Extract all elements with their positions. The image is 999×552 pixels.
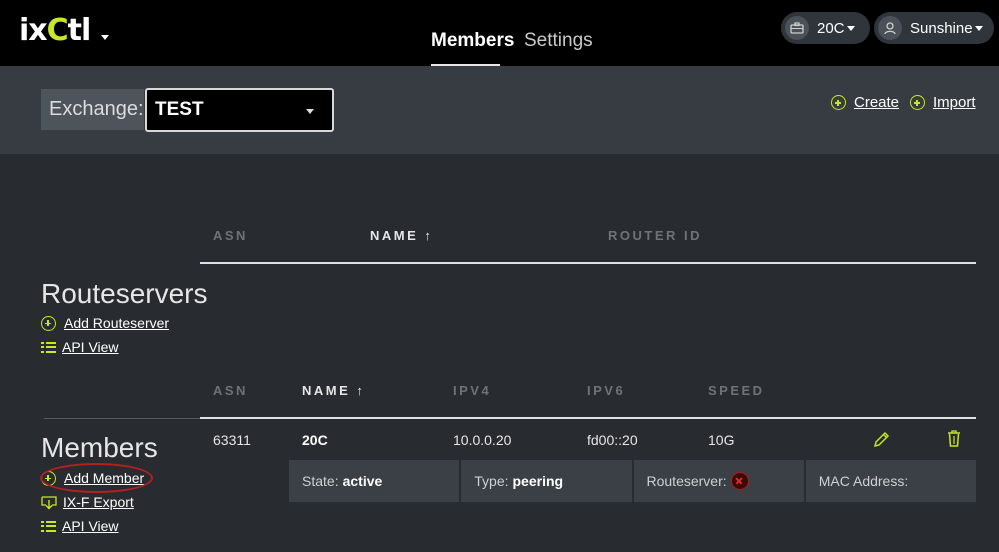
import-link-label: Import: [933, 94, 976, 111]
add-circle-icon: [910, 95, 925, 110]
ixf-export-label: IX-F Export: [63, 494, 134, 510]
member-routeserver: Routeserver:: [633, 460, 804, 502]
column-header-router-id[interactable]: ROUTER ID: [608, 228, 702, 243]
download-icon: [41, 495, 57, 510]
add-circle-icon: [41, 315, 56, 331]
column-header-asn[interactable]: ASN: [213, 228, 248, 243]
trash-icon[interactable]: [946, 429, 962, 453]
add-routeserver-label: Add Routeserver: [64, 315, 170, 331]
member-state: State: active: [289, 460, 460, 502]
org-name: 20C: [817, 19, 845, 37]
routeservers-api-view-link[interactable]: API View: [41, 339, 119, 355]
state-value: active: [342, 473, 383, 489]
org-menu-button[interactable]: 20C: [781, 12, 870, 44]
type-value: peering: [512, 473, 564, 489]
user-menu-button[interactable]: Sunshine: [874, 12, 994, 44]
state-label: State:: [302, 473, 339, 489]
api-view-label: API View: [62, 518, 119, 534]
close-circle-icon[interactable]: [730, 472, 749, 490]
member-speed: 10G: [708, 432, 735, 448]
exchange-select[interactable]: TEST: [145, 88, 334, 132]
column-header-name[interactable]: NAME ↑: [302, 383, 365, 398]
member-ipv4: 10.0.0.20: [453, 432, 512, 448]
user-name: Sunshine: [910, 19, 973, 37]
section-divider: [44, 418, 200, 419]
table-header-divider: [200, 417, 976, 419]
add-circle-icon: [831, 95, 846, 110]
exchange-selected-value: TEST: [155, 99, 204, 120]
create-link[interactable]: Create: [831, 94, 899, 111]
api-view-label: API View: [62, 339, 119, 355]
column-header-ipv6[interactable]: IPV6: [587, 383, 625, 398]
routeservers-title: Routeservers: [41, 278, 208, 309]
briefcase-icon: [785, 16, 809, 40]
mac-address-label: MAC Address:: [818, 473, 909, 489]
list-icon: [41, 520, 56, 532]
routeserver-label: Routeserver:: [646, 473, 727, 489]
column-header-speed[interactable]: SPEED: [708, 383, 765, 398]
list-icon: [41, 341, 56, 353]
member-name[interactable]: 20C: [302, 432, 328, 448]
logo-menu-chevron-icon[interactable]: [101, 35, 109, 40]
table-header-divider: [200, 262, 976, 264]
exchange-label: Exchange:: [41, 89, 144, 130]
app-logo[interactable]: ixCtl: [19, 13, 91, 48]
pencil-icon[interactable]: [873, 430, 891, 453]
tab-members[interactable]: Members: [431, 30, 514, 52]
members-title: Members: [41, 432, 158, 463]
user-icon: [878, 16, 902, 40]
type-label: Type:: [474, 473, 509, 489]
chevron-down-icon: [974, 25, 983, 31]
member-detail-row: State: active Type: peering Routeserver: M…: [289, 460, 976, 502]
tab-settings[interactable]: Settings: [524, 30, 593, 52]
highlight-annotation-circle: [40, 463, 153, 493]
column-header-asn[interactable]: ASN: [213, 383, 248, 398]
member-ipv6: fd00::20: [587, 432, 638, 448]
member-type: Type: peering: [461, 460, 632, 502]
column-header-name[interactable]: NAME ↑: [370, 228, 433, 243]
import-link[interactable]: Import: [910, 94, 976, 111]
ixf-export-link[interactable]: IX-F Export: [41, 494, 134, 510]
member-mac-address: MAC Address:: [805, 460, 976, 502]
member-asn: 63311: [213, 432, 251, 448]
chevron-down-icon: [306, 109, 314, 114]
create-link-label: Create: [854, 94, 900, 111]
column-header-ipv4[interactable]: IPV4: [453, 383, 491, 398]
members-api-view-link[interactable]: API View: [41, 518, 119, 534]
chevron-down-icon: [846, 25, 855, 31]
add-routeserver-link[interactable]: Add Routeserver: [41, 315, 169, 331]
